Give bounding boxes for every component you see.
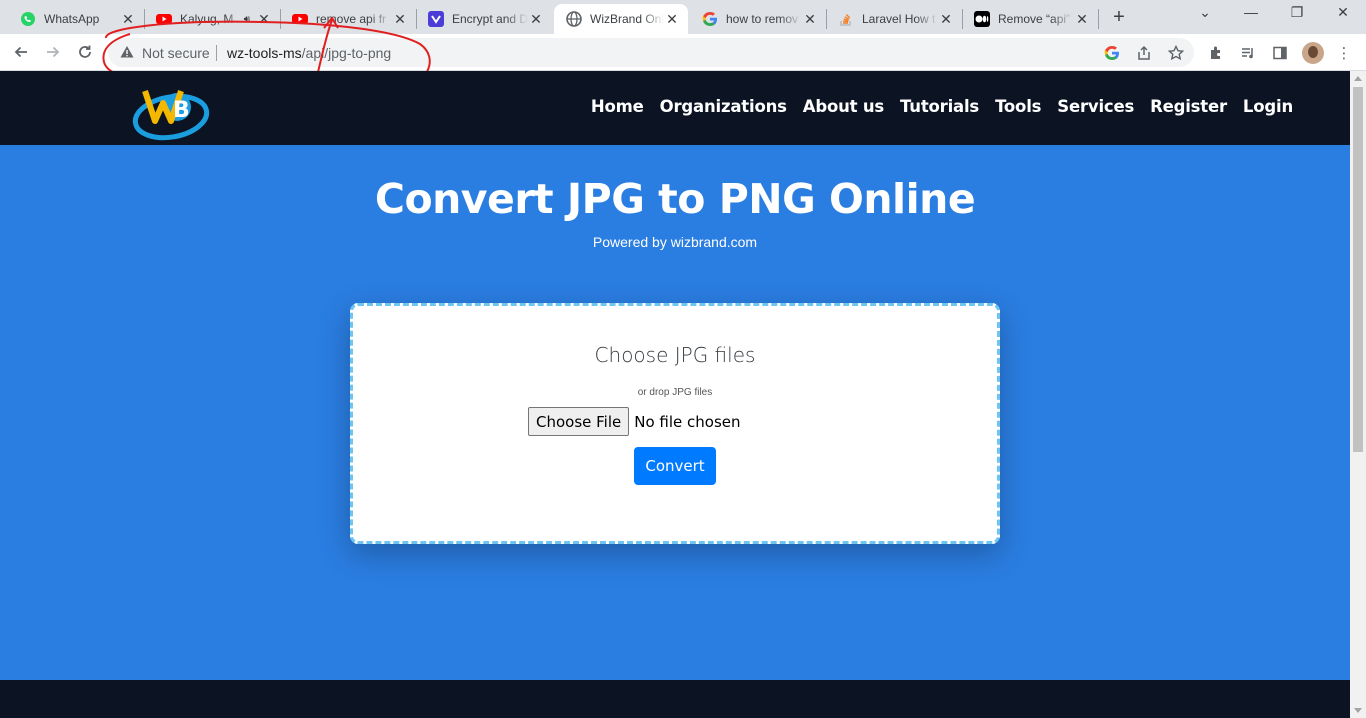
page-title: Convert JPG to PNG Online — [374, 175, 976, 223]
browser-tab[interactable]: Encrypt and D ✕ — [416, 4, 552, 34]
extensions-icon[interactable] — [1206, 43, 1226, 63]
site-navbar: B Home Organizations About us Tutorials … — [0, 71, 1350, 145]
tab-title: remove api fr — [316, 12, 387, 26]
nav-home[interactable]: Home — [591, 97, 644, 116]
web-page: B Home Organizations About us Tutorials … — [0, 71, 1350, 718]
side-panel-icon[interactable] — [1270, 43, 1290, 63]
close-icon[interactable]: ✕ — [1074, 11, 1090, 27]
speaker-icon[interactable]: 🔊︎ — [244, 14, 250, 25]
browser-tab[interactable]: Laravel How t ✕ — [826, 4, 962, 34]
close-icon[interactable]: ✕ — [392, 11, 408, 27]
tab-title: WhatsApp — [44, 12, 100, 26]
media-control-icon[interactable] — [1238, 43, 1258, 63]
close-icon[interactable]: ✕ — [802, 11, 818, 27]
file-input[interactable]: Choose File No file chosen — [528, 407, 741, 436]
nav-tools[interactable]: Tools — [995, 97, 1041, 116]
dropzone-subtitle: or drop JPG files — [637, 387, 713, 398]
nav-register[interactable]: Register — [1150, 97, 1227, 116]
tab-search-icon[interactable]: ⌄ — [1182, 4, 1228, 26]
url-path: /api/jpg-to-png — [301, 45, 392, 61]
browser-tab[interactable]: Kalyug, M 🔊︎ ✕ — [144, 4, 280, 34]
share-icon[interactable] — [1135, 44, 1153, 62]
youtube-icon — [292, 11, 308, 27]
close-icon[interactable]: ✕ — [528, 11, 544, 27]
nav-services[interactable]: Services — [1057, 97, 1134, 116]
page-subtitle: Powered by wizbrand.com — [592, 234, 758, 250]
convert-button[interactable]: Convert — [634, 447, 716, 485]
choose-file-button[interactable]: Choose File — [528, 407, 630, 436]
browser-tab[interactable]: remove api fr ✕ — [280, 4, 416, 34]
tab-title: Encrypt and D — [452, 12, 528, 26]
file-status: No file chosen — [634, 412, 741, 431]
close-icon[interactable]: ✕ — [256, 11, 272, 27]
close-icon[interactable]: ✕ — [120, 11, 136, 27]
address-bar[interactable]: Not secure wz-tools-ms/api/jpg-to-png — [108, 38, 1194, 67]
whatsapp-icon — [20, 11, 36, 27]
url-host: wz-tools-ms — [227, 45, 302, 61]
browser-toolbar: Not secure wz-tools-ms/api/jpg-to-png ⋮ — [0, 34, 1366, 71]
security-label[interactable]: Not secure — [142, 45, 210, 61]
browser-tab[interactable]: Remove “api” ✕ — [962, 4, 1098, 34]
window-close-icon[interactable]: ✕ — [1320, 4, 1366, 26]
app-icon — [428, 11, 444, 27]
nav-about-us[interactable]: About us — [803, 97, 884, 116]
reload-icon[interactable] — [73, 40, 97, 64]
tab-title: WizBrand Onl — [590, 12, 664, 26]
new-tab-button[interactable]: + — [1108, 7, 1130, 29]
nav-login[interactable]: Login — [1243, 97, 1293, 116]
globe-icon — [566, 11, 582, 27]
bookmark-star-icon[interactable] — [1167, 44, 1185, 62]
menu-kebab-icon[interactable]: ⋮ — [1334, 43, 1354, 63]
forward-icon[interactable] — [41, 40, 65, 64]
page-scrollbar[interactable] — [1350, 71, 1366, 718]
minimize-icon[interactable]: — — [1228, 4, 1274, 26]
google-lens-icon[interactable] — [1103, 44, 1121, 62]
wizbrand-logo[interactable]: B — [131, 77, 211, 141]
site-footer — [0, 680, 1350, 718]
tab-title: Laravel How t — [862, 12, 936, 26]
google-icon — [702, 11, 718, 27]
file-dropzone[interactable]: Choose JPG files or drop JPG files Choos… — [350, 303, 1000, 544]
site-menu: Home Organizations About us Tutorials To… — [575, 97, 1293, 116]
youtube-icon — [156, 11, 172, 27]
svg-text:B: B — [173, 98, 190, 123]
nav-tutorials[interactable]: Tutorials — [900, 97, 979, 116]
browser-tab-strip: WhatsApp ✕ Kalyug, M 🔊︎ ✕ remove api fr … — [0, 0, 1366, 34]
tab-title: Kalyug, M — [180, 12, 234, 26]
nav-organizations[interactable]: Organizations — [660, 97, 787, 116]
avatar[interactable] — [1302, 42, 1324, 64]
tab-title: Remove “api” — [998, 12, 1071, 26]
url-text[interactable]: wz-tools-ms/api/jpg-to-png — [227, 45, 391, 61]
medium-icon — [974, 11, 990, 27]
tab-title: how to remov — [726, 12, 799, 26]
close-icon[interactable]: ✕ — [664, 11, 680, 27]
scrollbar-thumb[interactable] — [1353, 87, 1363, 452]
stackoverflow-icon — [838, 11, 854, 27]
dropzone-title: Choose JPG files — [594, 343, 756, 367]
browser-tab[interactable]: WhatsApp ✕ — [8, 4, 144, 34]
restore-icon[interactable]: ❐ — [1274, 4, 1320, 26]
warning-icon[interactable] — [120, 45, 134, 59]
browser-tab-active[interactable]: WizBrand Onl ✕ — [554, 4, 688, 34]
browser-tab[interactable]: how to remov ✕ — [690, 4, 826, 34]
close-icon[interactable]: ✕ — [938, 11, 954, 27]
back-icon[interactable] — [9, 40, 33, 64]
